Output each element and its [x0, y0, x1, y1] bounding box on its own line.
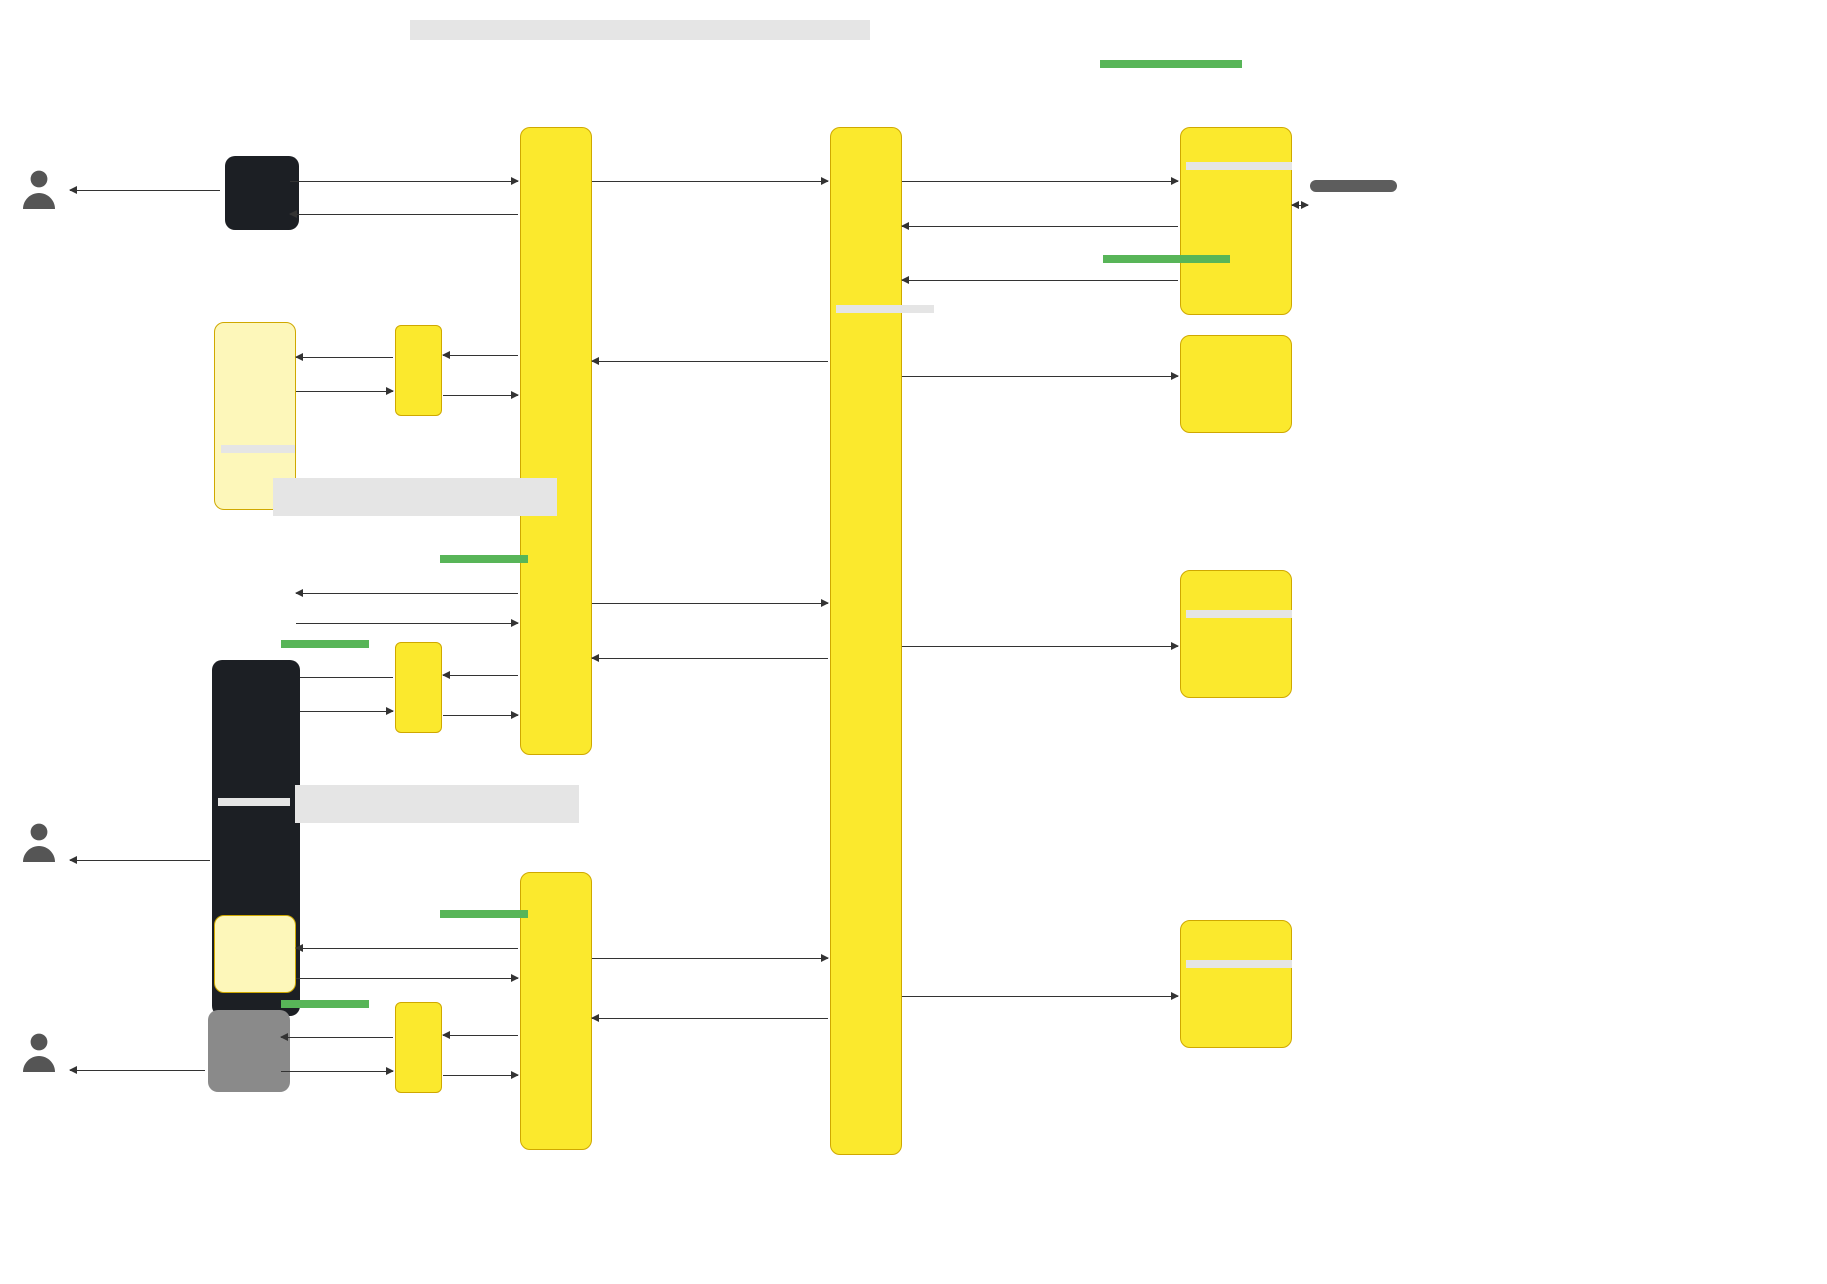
user-icon [15, 165, 63, 213]
arrow [443, 355, 518, 356]
arrow [70, 860, 210, 861]
diagram-canvas [0, 0, 1827, 1284]
arrow [443, 1075, 518, 1076]
lifeline-participant-lifecycle-1 [1180, 335, 1292, 433]
arrow [592, 603, 828, 604]
arrow [902, 376, 1178, 377]
arrow [592, 361, 828, 362]
arrow [902, 996, 1178, 997]
lifeline-third-party-api-bc-1 [520, 127, 592, 755]
lifeline-3rd-party-initiated-bc [830, 127, 902, 1155]
ref-box-1 [273, 478, 557, 516]
user-icon [15, 818, 63, 866]
note-status-revoked-3 [440, 910, 528, 918]
note-config-2 [1186, 960, 1292, 968]
lifeline-account-lookup-bc [1180, 127, 1292, 315]
arrow [443, 715, 518, 716]
arrow [296, 593, 518, 594]
note-no-state-kept [836, 305, 934, 313]
arrow [902, 646, 1178, 647]
arrow [296, 623, 518, 624]
arrow [296, 357, 393, 358]
note-ask-oracle [1186, 162, 1292, 170]
note-status-revoked-1 [440, 555, 528, 563]
arrow [443, 675, 518, 676]
arrow [1292, 205, 1308, 206]
lifeline-auth-authz-2 [214, 915, 296, 993]
arrow [592, 1018, 828, 1019]
node-pisp [208, 1010, 290, 1092]
arrow [290, 711, 393, 712]
arrow [296, 978, 518, 979]
arrow [902, 280, 1178, 281]
note-update-als-1 [221, 445, 295, 453]
arrow [902, 181, 1178, 182]
arrow [290, 181, 518, 182]
arrow [290, 677, 393, 678]
note-map [1100, 60, 1242, 68]
user-icon [15, 1028, 63, 1076]
note-status-revoked-2 [281, 640, 369, 648]
lifeline-notifications-bc-3 [395, 1002, 442, 1093]
note-status-revoked-4 [281, 1000, 369, 1008]
arrow [296, 948, 518, 949]
lifeline-notifications-bc-1 [395, 325, 442, 416]
note-config-1 [1186, 610, 1292, 618]
arrow [70, 1070, 205, 1071]
ref-box-2 [295, 785, 579, 823]
arrow [70, 190, 220, 191]
arrow [592, 181, 828, 182]
lifeline-notifications-bc-2 [395, 642, 442, 733]
note-central-auth [1103, 255, 1230, 263]
lifeline-third-party-api-bc-2 [520, 872, 592, 1150]
arrow [296, 391, 393, 392]
arrow [592, 658, 828, 659]
note-update-als-2 [218, 798, 290, 806]
arrow [443, 1035, 518, 1036]
note-oracle-ext [1310, 180, 1397, 192]
node-dfsp-or-pisp [225, 156, 299, 230]
arrow [290, 214, 518, 215]
arrow [902, 226, 1178, 227]
arrow [443, 395, 518, 396]
arrow [281, 1071, 393, 1072]
arrow [281, 1037, 393, 1038]
arrow [592, 958, 828, 959]
lifeline-participant-lifecycle-2 [1180, 570, 1292, 698]
diagram-title [410, 20, 870, 40]
lifeline-participant-lifecycle-3 [1180, 920, 1292, 1048]
